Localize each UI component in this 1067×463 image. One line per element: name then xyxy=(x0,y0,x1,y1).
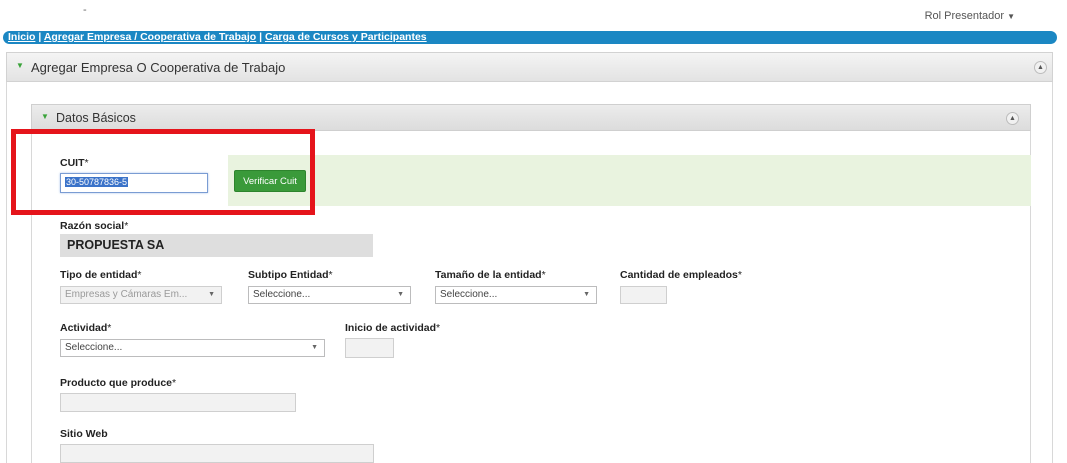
outer-panel-title: Agregar Empresa O Cooperativa de Trabajo xyxy=(31,60,286,75)
triangle-down-icon: ▼ xyxy=(16,61,24,70)
inner-panel-title: Datos Básicos xyxy=(56,111,136,125)
producto-input[interactable] xyxy=(60,393,296,412)
outer-panel-header[interactable]: ▼ Agregar Empresa O Cooperativa de Traba… xyxy=(6,52,1053,82)
caret-down-icon: ▼ xyxy=(1007,12,1015,21)
caret-down-icon: ▼ xyxy=(397,291,404,298)
inicio-actividad-input[interactable] xyxy=(345,338,394,358)
actividad-value: Seleccione... xyxy=(65,342,123,353)
role-label: Rol Presentador xyxy=(924,10,1005,22)
verify-band xyxy=(228,155,1031,206)
sitio-web-label: Sitio Web xyxy=(60,428,108,440)
razon-social-value: PROPUESTA SA xyxy=(60,234,373,257)
tipo-entidad-label: Tipo de entidad* xyxy=(60,269,142,281)
tamano-entidad-value: Seleccione... xyxy=(440,289,498,300)
inner-panel-header[interactable]: ▼ Datos Básicos ▲ xyxy=(31,104,1031,131)
role-menu[interactable]: Rol Presentador ▼ xyxy=(925,10,1015,22)
chevron-up-icon[interactable]: ▲ xyxy=(1034,61,1047,74)
breadcrumb: Inicio | Agregar Empresa / Cooperativa d… xyxy=(3,31,1057,44)
caret-down-icon: ▼ xyxy=(208,291,215,298)
actividad-select[interactable]: Seleccione... ▼ xyxy=(60,339,325,357)
tamano-entidad-label: Tamaño de la entidad* xyxy=(435,269,546,281)
subtipo-entidad-label: Subtipo Entidad* xyxy=(248,269,333,281)
subtipo-entidad-select[interactable]: Seleccione... ▼ xyxy=(248,286,411,304)
cantidad-empleados-label: Cantidad de empleados* xyxy=(620,269,742,281)
tipo-entidad-select: Empresas y Cámaras Em... ▼ xyxy=(60,286,222,304)
triangle-down-icon: ▼ xyxy=(41,112,49,121)
cantidad-empleados-input[interactable] xyxy=(620,286,667,304)
razon-social-label: Razón social* xyxy=(60,220,129,232)
tipo-entidad-value: Empresas y Cámaras Em... xyxy=(65,289,188,300)
tamano-entidad-select[interactable]: Seleccione... ▼ xyxy=(435,286,597,304)
highlight-box xyxy=(11,129,315,215)
sitio-web-input[interactable] xyxy=(60,444,374,463)
actividad-label: Actividad* xyxy=(60,322,112,334)
caret-down-icon: ▼ xyxy=(583,291,590,298)
top-dash: - xyxy=(83,4,87,16)
producto-label: Producto que produce* xyxy=(60,377,177,389)
breadcrumb-inicio[interactable]: Inicio xyxy=(8,31,35,43)
inicio-actividad-label: Inicio de actividad* xyxy=(345,322,441,334)
chevron-up-icon[interactable]: ▲ xyxy=(1006,112,1019,125)
caret-down-icon: ▼ xyxy=(311,344,318,351)
subtipo-entidad-value: Seleccione... xyxy=(253,289,311,300)
breadcrumb-agregar-empresa[interactable]: Agregar Empresa / Cooperativa de Trabajo xyxy=(44,31,256,43)
breadcrumb-carga-cursos[interactable]: Carga de Cursos y Participantes xyxy=(265,31,427,43)
